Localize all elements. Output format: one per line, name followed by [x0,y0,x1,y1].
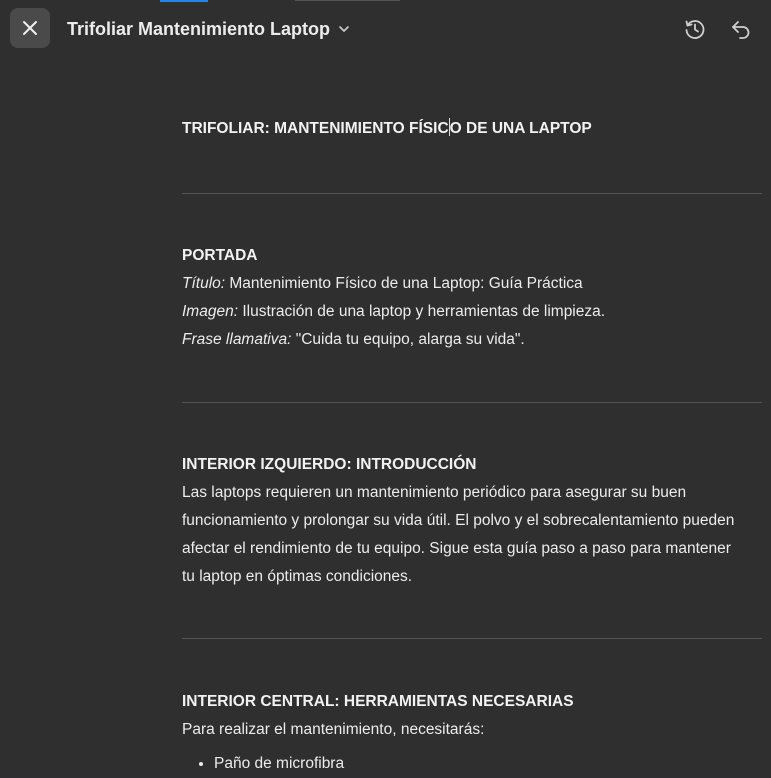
intro-heading: INTERIOR IZQUIERDO: INTRODUCCIÓN [182,456,477,473]
history-icon [685,20,705,39]
list-item: Paño de microfibra [214,750,574,778]
intro-line: funcionamiento y prolongar su vida útil.… [182,512,735,529]
section-divider [182,193,762,194]
section-divider [182,402,762,403]
central-intro: Para realizar el mantenimiento, necesita… [182,721,485,738]
tab-divider [295,0,400,1]
document-title: Trifoliar Mantenimiento Laptop [67,18,331,39]
portada-title-line: Título: Mantenimiento Físico de una Lapt… [182,275,583,292]
main-title: TRIFOLIAR: MANTENIMIENTO FÍSICO DE UNA L… [182,118,592,137]
intro-line: tu laptop en óptimas condiciones. [182,568,413,585]
intro-line: Las laptops requieren un mantenimiento p… [182,484,687,501]
tools-list: Paño de microfibra [182,750,574,778]
history-button[interactable] [680,14,710,44]
intro-line: afectar el rendimiento de tu equipo. Sig… [182,540,731,557]
close-button[interactable] [10,8,50,48]
section-divider [182,638,762,639]
undo-icon [732,21,750,39]
intro-section: INTERIOR IZQUIERDO: INTRODUCCIÓN Las lap… [182,451,734,591]
portada-section: PORTADA Título: Mantenimiento Físico de … [182,242,605,354]
undo-button[interactable] [726,14,756,44]
chevron-down-icon [338,23,350,35]
top-bar: Trifoliar Mantenimiento Laptop [0,0,771,58]
close-icon [23,21,37,35]
portada-phrase-line: Frase llamativa: "Cuida tu equipo, alarg… [182,331,525,348]
portada-heading: PORTADA [182,247,258,264]
central-heading: INTERIOR CENTRAL: HERRAMIENTAS NECESARIA… [182,693,574,710]
central-section: INTERIOR CENTRAL: HERRAMIENTAS NECESARIA… [182,688,574,778]
tab-indicator [160,0,208,2]
portada-image-line: Imagen: Ilustración de una laptop y herr… [182,303,606,320]
document-title-dropdown[interactable]: Trifoliar Mantenimiento Laptop [67,16,350,42]
